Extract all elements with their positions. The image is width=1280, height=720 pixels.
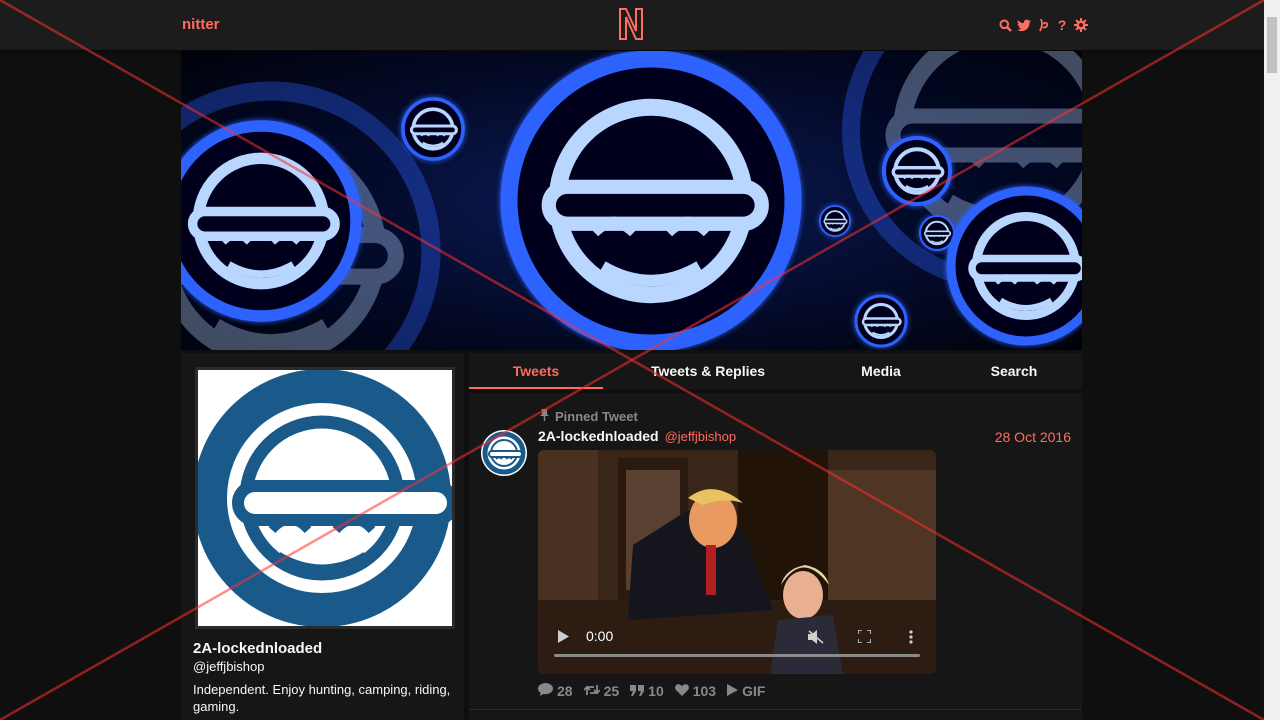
twitter-icon[interactable] [1017, 17, 1031, 33]
help-icon[interactable]: ? [1055, 17, 1069, 33]
brand-link[interactable]: nitter [182, 16, 220, 33]
profile-fullname[interactable]: 2A-lockednloaded [193, 640, 322, 657]
like-count: 103 [692, 683, 717, 699]
fullscreen-icon[interactable] [857, 629, 872, 648]
more-options-icon[interactable] [909, 630, 913, 649]
heart-icon [674, 683, 689, 699]
reply-stat[interactable]: 28 [538, 683, 573, 699]
nav-icons: ? [998, 15, 1088, 35]
tweet-header: 2A-lockednloaded @jeffjbishop [538, 428, 736, 444]
retweet-count: 25 [603, 683, 620, 699]
tab-tweets[interactable]: Tweets [469, 353, 603, 389]
profile-bio: Independent. Enjoy hunting, camping, rid… [193, 682, 451, 714]
timeline: Pinned Tweet 2A-lockednloaded @jeffjbish… [469, 393, 1082, 720]
gif-stat: GIF [727, 683, 765, 699]
like-stat[interactable]: 103 [674, 683, 717, 699]
tweet-stats: 28 25 10 103 GIF [538, 683, 765, 699]
video-progress-bar[interactable] [554, 654, 920, 657]
retweet-icon [582, 683, 601, 699]
tweet-divider [469, 709, 1082, 710]
tweet-avatar[interactable] [481, 430, 527, 476]
tweet-username[interactable]: @jeffjbishop [665, 429, 737, 444]
profile-card: 2A-lockednloaded @jeffjbishop Independen… [181, 353, 464, 720]
play-icon [727, 683, 739, 699]
search-icon[interactable] [998, 17, 1012, 33]
pinned-text: Pinned Tweet [555, 409, 638, 424]
profile-avatar[interactable] [195, 367, 455, 629]
comment-icon [538, 683, 553, 699]
navbar: nitter ? [0, 0, 1264, 50]
quote-stat[interactable]: 10 [630, 683, 664, 699]
profile-banner[interactable] [181, 51, 1082, 350]
nitter-logo-icon[interactable] [617, 7, 645, 46]
page-scrollbar[interactable] [1264, 0, 1280, 720]
pin-icon [539, 409, 550, 424]
tab-search[interactable]: Search [974, 353, 1054, 389]
video-time: 0:00 [586, 628, 614, 644]
quote-icon [630, 683, 645, 699]
settings-icon[interactable] [1074, 17, 1088, 33]
media-type-label: GIF [742, 683, 766, 699]
mute-icon[interactable] [808, 630, 824, 649]
retweet-stat[interactable]: 25 [582, 683, 620, 699]
tab-media[interactable]: Media [839, 353, 923, 389]
pinned-tweet-label: Pinned Tweet [539, 409, 638, 424]
reply-count: 28 [557, 683, 573, 699]
rss-icon[interactable] [1036, 17, 1050, 33]
timeline-tabs: Tweets Tweets & Replies Media Search [469, 353, 1082, 389]
banner-image [181, 51, 1082, 350]
tweet-date[interactable]: 28 Oct 2016 [995, 429, 1071, 445]
play-icon[interactable] [558, 630, 569, 648]
tab-tweets-and-replies[interactable]: Tweets & Replies [633, 353, 783, 389]
tweet-fullname[interactable]: 2A-lockednloaded [538, 428, 659, 444]
scrollbar-thumb[interactable] [1267, 17, 1277, 73]
tweet-video[interactable]: 0:00 [538, 450, 936, 674]
quote-count: 10 [648, 683, 664, 699]
profile-username[interactable]: @jeffjbishop [193, 659, 265, 674]
video-controls: 0:00 [538, 614, 936, 674]
